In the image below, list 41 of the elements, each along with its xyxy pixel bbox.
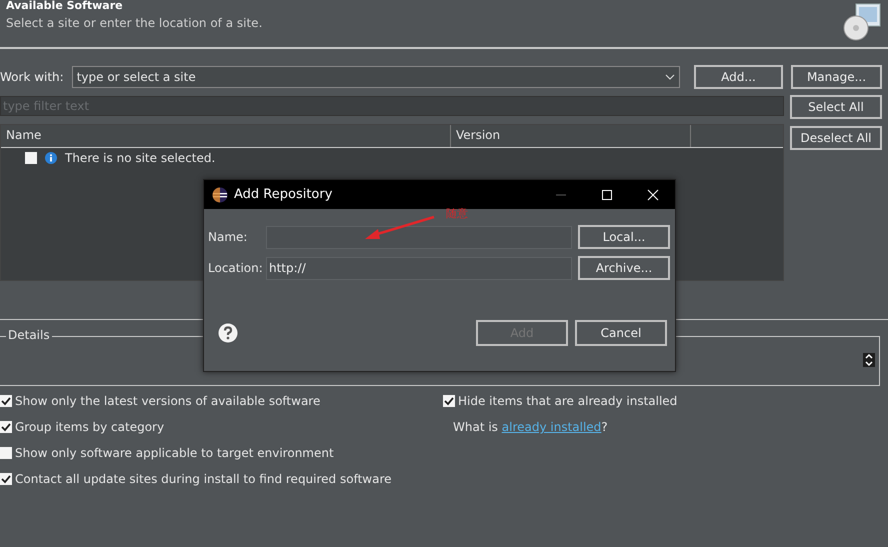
checkbox[interactable] [25,152,37,164]
option-label: Show only software applicable to target environment [15,446,334,460]
selection-button[interactable]: Deselect All [790,126,882,150]
browse-button[interactable]: Archive... [578,256,670,280]
checkbox[interactable] [443,395,455,407]
maximize-icon[interactable] [601,188,613,200]
checkbox[interactable] [0,473,12,485]
selection-button[interactable]: Select All [790,95,882,119]
option-text: What is already installed? [453,420,608,434]
site-combo[interactable]: type or select a site [72,66,680,88]
close-icon[interactable] [647,188,659,200]
field-label: Name: [208,230,248,244]
action-button[interactable]: Add... [694,65,784,89]
text-field[interactable] [266,226,572,248]
column-header[interactable]: Name [1,125,451,147]
action-button[interactable]: Manage... [791,65,882,89]
info-icon [45,152,57,164]
cd-monitor-icon [842,2,882,42]
option-label: Group items by category [15,420,164,434]
browse-button[interactable]: Local... [578,225,670,249]
column-header[interactable]: Version [451,125,691,147]
work-with-label: Work with: [0,70,64,84]
checkbox[interactable] [0,447,12,459]
spinner-icon[interactable] [863,353,875,367]
help-icon[interactable] [218,323,238,343]
row-text: There is no site selected. [65,151,216,165]
option-label: Show only the latest versions of available software [15,394,320,408]
option-label: Hide items that are already installed [458,394,678,408]
page-title: Available Software [6,0,124,12]
sphere-icon [212,186,228,202]
dialog-button[interactable]: Cancel [575,320,667,346]
dialog-title: Add Repository [234,187,334,202]
option-label: Contact all update sites during install to find required software [15,472,392,486]
annotation-text: 随意 [446,206,468,221]
checkbox[interactable] [0,421,12,433]
details-label: Details [6,328,52,342]
page-description: Select a site or enter the location of a site. [6,16,262,30]
text-field[interactable]: http:// [266,256,572,280]
checkbox[interactable] [0,395,12,407]
caret-icon [665,74,675,80]
field-label: Location: [208,261,262,275]
